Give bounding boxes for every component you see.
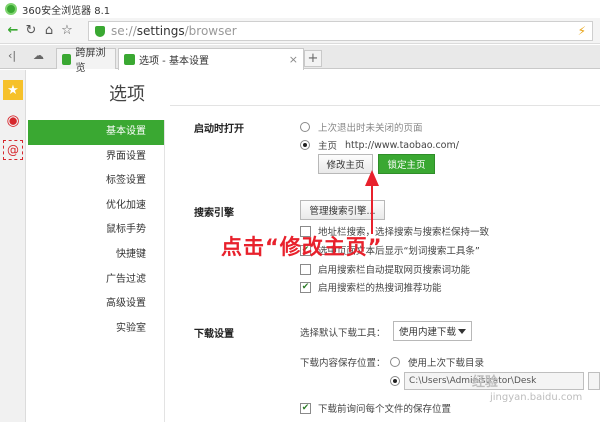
chevron-down-icon bbox=[458, 329, 466, 334]
nav-item-tabs[interactable]: 标签设置 bbox=[28, 169, 164, 194]
checkbox[interactable] bbox=[300, 263, 311, 275]
cross-screen-icon bbox=[62, 53, 72, 65]
nav-item-gestures[interactable]: 鼠标手势 bbox=[28, 218, 164, 243]
nav-item-shortcuts[interactable]: 快捷键 bbox=[28, 243, 164, 268]
speed-mode-icon[interactable]: ⚡ bbox=[578, 24, 586, 38]
search-section-title: 搜索引擎 bbox=[194, 208, 234, 219]
cloud-icon[interactable]: ☁ bbox=[33, 49, 44, 62]
radio-button[interactable] bbox=[300, 122, 310, 132]
tab-settings[interactable]: 选项 - 基本设置 × bbox=[118, 48, 304, 70]
search-option-3[interactable]: 启用搜索栏自动提取网页搜索词功能 bbox=[300, 262, 470, 276]
nav-item-adblock[interactable]: 广告过滤 bbox=[28, 268, 164, 293]
download-tool-label: 选择默认下载工具： bbox=[300, 328, 386, 339]
lock-home-button[interactable]: 锁定主页 bbox=[378, 154, 435, 174]
new-tab-button[interactable]: + bbox=[304, 50, 322, 67]
home-url: http://www.taobao.com/ bbox=[345, 139, 459, 151]
radio-button[interactable] bbox=[300, 140, 310, 150]
nav-item-optimize[interactable]: 优化加速 bbox=[28, 194, 164, 219]
security-shield-icon bbox=[95, 25, 105, 37]
checkbox[interactable]: ✔ bbox=[300, 402, 311, 414]
radio-button[interactable] bbox=[390, 357, 400, 367]
settings-nav: 基本设置 界面设置 标签设置 优化加速 鼠标手势 快捷键 广告过滤 高级设置 实… bbox=[28, 120, 164, 341]
nav-item-interface[interactable]: 界面设置 bbox=[28, 145, 164, 170]
tab-cross-screen[interactable]: 跨屏浏览 bbox=[56, 48, 116, 74]
tab-bar: ‹| ☁ 跨屏浏览 选项 - 基本设置 × + bbox=[0, 45, 600, 74]
startup-home-radio[interactable]: 主页 http://www.taobao.com/ bbox=[300, 138, 459, 152]
navigation-bar: ← ↻ ⌂ ☆ se://settings/browser ⚡ bbox=[0, 18, 600, 44]
title-bar: 360安全浏览器 8.1 bbox=[0, 0, 600, 18]
page-title: 选项 bbox=[109, 84, 145, 105]
nav-item-lab[interactable]: 实验室 bbox=[28, 317, 164, 342]
close-icon[interactable]: × bbox=[289, 53, 298, 66]
star-icon[interactable]: ★ bbox=[3, 80, 23, 100]
download-tool-select[interactable]: 使用内建下载 bbox=[393, 321, 472, 341]
checkbox[interactable]: ✔ bbox=[300, 281, 311, 293]
address-input[interactable]: se://settings/browser ⚡ bbox=[88, 21, 593, 41]
watermark-brand: 经验 bbox=[472, 375, 499, 390]
wrench-icon bbox=[124, 54, 135, 65]
download-last-dir-radio[interactable]: 使用上次下载目录 bbox=[390, 355, 484, 369]
back-icon[interactable]: ← bbox=[4, 21, 22, 41]
browser-logo-icon bbox=[5, 3, 17, 15]
mail-icon[interactable]: @ bbox=[3, 140, 23, 160]
radio-button[interactable] bbox=[390, 376, 400, 386]
startup-last-radio[interactable]: 上次退出时未关闭的页面 bbox=[300, 120, 423, 134]
nav-divider bbox=[164, 120, 165, 422]
search-option-4[interactable]: ✔ 启用搜索栏的热搜词推荐功能 bbox=[300, 280, 442, 294]
nav-item-basic[interactable]: 基本设置 bbox=[28, 120, 164, 145]
annotation-text: 点击“修改主页” bbox=[221, 235, 383, 259]
sidebar-toggle-icon[interactable]: ‹| bbox=[8, 49, 16, 62]
weibo-icon[interactable]: ◉ bbox=[3, 110, 23, 130]
watermark-url: jingyan.baidu.com bbox=[490, 392, 583, 403]
download-section-title: 下载设置 bbox=[194, 329, 234, 340]
download-ask-option[interactable]: ✔ 下载前询问每个文件的保存位置 bbox=[300, 401, 451, 415]
header-divider bbox=[170, 105, 600, 106]
nav-item-advanced[interactable]: 高级设置 bbox=[28, 292, 164, 317]
home-icon[interactable]: ⌂ bbox=[40, 21, 58, 41]
address-url: se://settings/browser bbox=[111, 24, 237, 38]
startup-section-title: 启动时打开 bbox=[194, 124, 244, 135]
window-title: 360安全浏览器 8.1 bbox=[22, 5, 111, 17]
download-location-label: 下载内容保存位置： bbox=[300, 358, 386, 369]
favorite-star-icon[interactable]: ☆ bbox=[58, 21, 76, 41]
annotation-arrow-icon bbox=[365, 170, 379, 234]
refresh-icon[interactable]: ↻ bbox=[22, 21, 40, 41]
browse-button[interactable] bbox=[588, 372, 600, 390]
side-rail: ★ ◉ @ bbox=[0, 70, 26, 422]
